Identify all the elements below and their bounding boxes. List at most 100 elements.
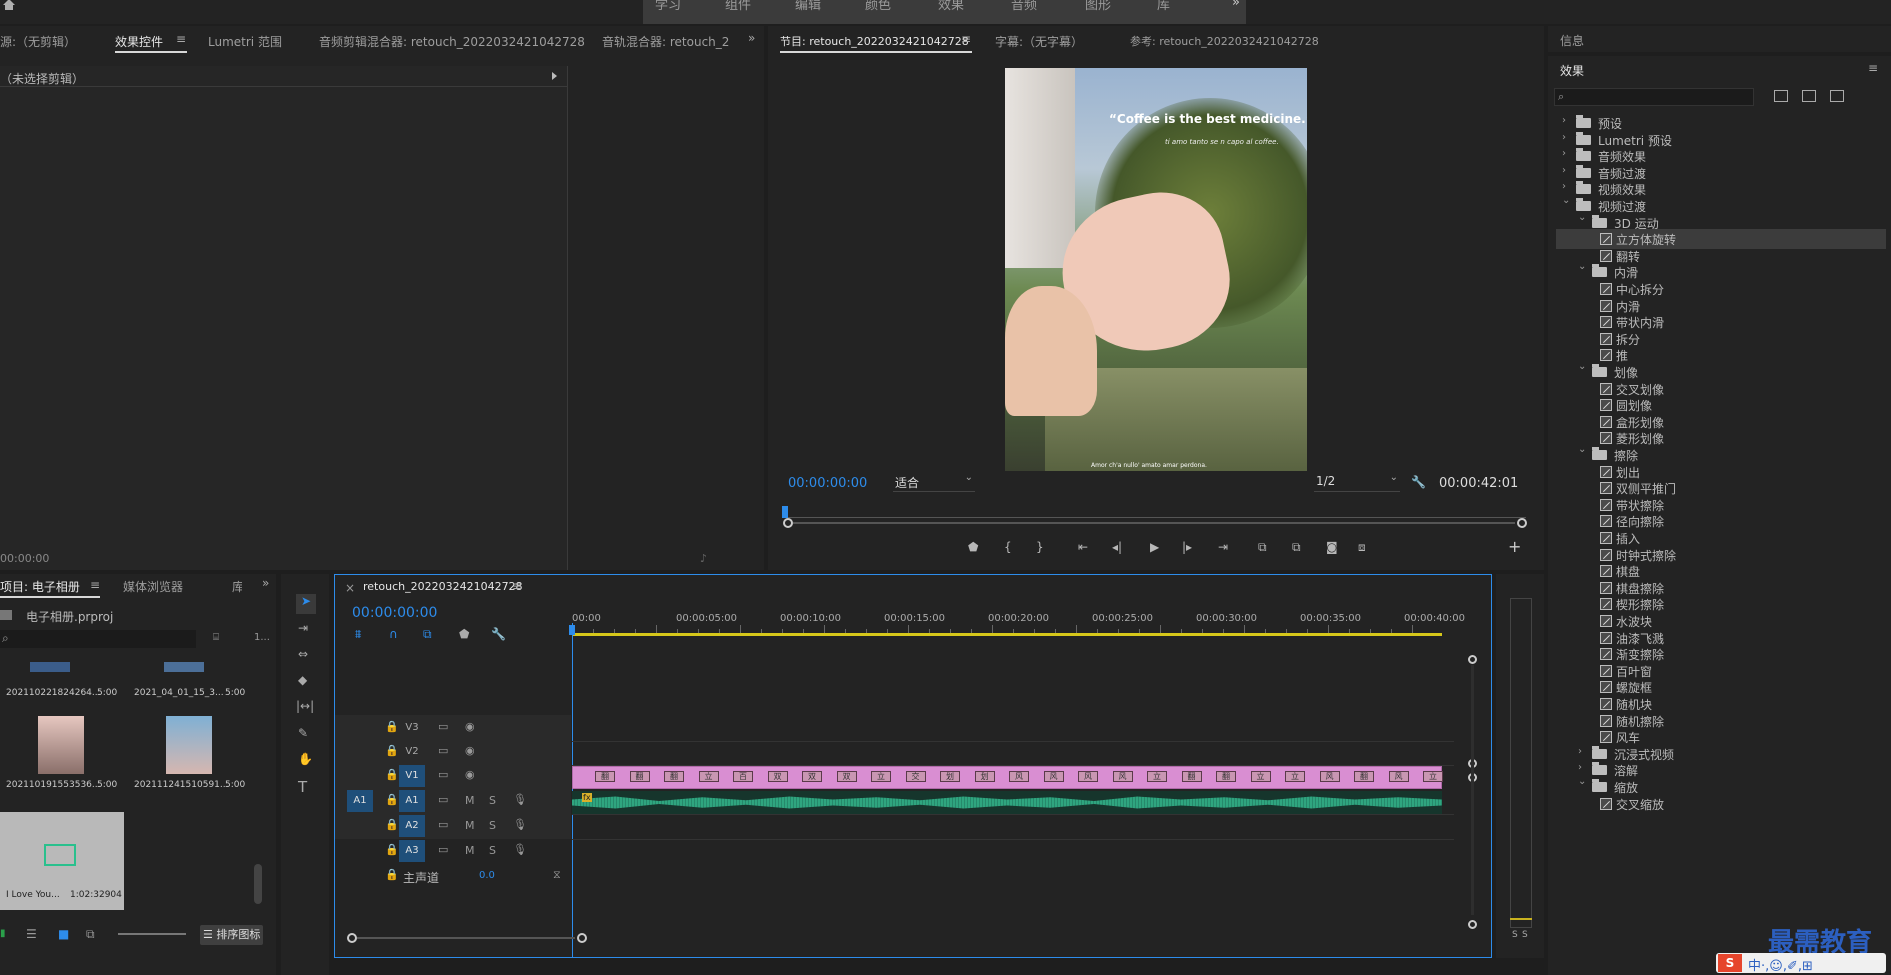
transition-marker[interactable]: 风 [1009,771,1029,782]
transition-marker[interactable]: 立 [1285,771,1305,782]
selection-tool-icon[interactable]: ➤ [296,594,316,614]
panel-overflow-button[interactable]: » [262,576,269,590]
mute-button[interactable]: M [465,794,475,807]
transition-marker[interactable]: 风 [1078,771,1098,782]
compare-view-icon[interactable]: ⧈ [1358,540,1366,555]
chevron-down-icon[interactable]: ⌄ [1578,444,1586,455]
toggle-sync-icon[interactable]: ▭ [438,744,448,757]
tab-project[interactable]: 项目: 电子相册 [0,578,80,595]
transition-marker[interactable]: 翻 [1354,771,1374,782]
transition-marker[interactable]: 立 [698,771,719,782]
transition-marker[interactable]: 风 [1319,771,1340,782]
vertical-scroll-handle[interactable] [1468,920,1477,929]
pen-tool-icon[interactable]: ✎ [298,726,308,740]
lock-icon[interactable]: 🔒 [385,720,399,733]
go-to-in-icon[interactable]: ⇤ [1078,540,1088,554]
track-v3-toggle[interactable]: V3 [399,717,425,739]
add-marker-icon[interactable]: ⬟ [459,627,469,641]
tab-captions[interactable]: 字幕:（无字幕） [995,33,1083,50]
source-patch-a1[interactable]: A1 [347,790,373,812]
workspace-tab[interactable]: 编辑 [795,0,821,13]
chevron-down-icon[interactable]: ⌄ [1562,195,1570,206]
audio-clip-a1[interactable]: fx [572,791,1442,814]
zoom-scrollbar[interactable] [783,518,1527,530]
mute-button[interactable]: M [465,844,475,857]
tab-program[interactable]: 节目: retouch_2022032421042728 [780,33,969,49]
extract-icon[interactable]: ⧉ [1292,540,1301,555]
transition-marker[interactable]: 划 [974,771,995,782]
tab-libraries[interactable]: 库 [232,578,242,595]
chevron-down-icon[interactable]: ⌄ [1578,361,1586,372]
accelerated-effects-icon[interactable] [1774,90,1788,102]
panel-menu-icon[interactable]: ≡ [176,32,186,46]
toggle-sync-icon[interactable]: ▭ [438,793,448,806]
nest-icon[interactable]: ⩩ [355,627,361,642]
time-ruler[interactable]: 00:00 00:00:05:00 00:00:10:00 00:00:15:00 00… [572,613,1465,647]
hand-tool-icon[interactable]: ✋ [298,752,313,766]
eye-icon[interactable]: ◉ [465,768,475,781]
lift-icon[interactable]: ⧉ [1258,540,1267,555]
chevron-right-icon[interactable]: › [1562,115,1566,126]
transition-marker[interactable]: 翻 [1181,771,1202,782]
track-a1-toggle[interactable]: A1 [399,790,425,812]
effects-title[interactable]: 效果 [1560,62,1584,79]
project-search-field[interactable]: ⌕ [0,630,196,648]
panel-menu-icon[interactable]: ≡ [961,32,971,46]
effects-item[interactable]: 交叉缩放 [1556,794,1886,814]
transition-marker[interactable]: 交 [905,771,926,782]
panel-overflow-button[interactable]: » [748,31,755,45]
transition-marker[interactable]: 双 [836,771,857,782]
transition-marker[interactable]: 百 [733,771,753,782]
tab-reference[interactable]: 参考: retouch_2022032421042728 [1130,33,1319,49]
chevron-down-icon[interactable]: ⌄ [1578,212,1586,223]
workspace-tab[interactable]: 组件 [725,0,751,13]
home-icon[interactable] [2,0,16,10]
sort-icons-button[interactable]: ☰ 排序图标 [200,925,264,945]
type-tool-icon[interactable]: T [298,778,307,796]
transition-marker[interactable]: 立 [1250,771,1271,782]
camera-icon[interactable]: ◙ [1326,540,1338,554]
clip-fx-badge[interactable]: fx [582,793,592,802]
transition-marker[interactable]: 风 [1112,771,1133,782]
mute-button[interactable]: M [465,819,475,832]
transition-marker[interactable]: 风 [1043,771,1064,782]
chevron-right-icon[interactable]: › [1562,181,1566,192]
close-tab-button[interactable]: × [345,581,355,595]
add-button[interactable]: + [1508,537,1521,556]
panel-menu-icon[interactable]: ≡ [512,579,522,593]
scroll-start-handle[interactable] [783,518,793,528]
transition-marker[interactable]: 翻 [1216,771,1236,782]
workspace-tab[interactable]: 图形 [1085,0,1111,13]
workspace-tab[interactable]: 学习 [655,0,681,13]
meter-solo-left[interactable]: S [1512,930,1518,940]
playhead-handle[interactable] [569,625,575,635]
bin-item[interactable]: 20211019155353​6... 5:00 [0,714,124,790]
eye-icon[interactable]: ◉ [465,744,475,757]
transition-marker[interactable]: 双 [767,771,788,782]
export-frame-icon[interactable]: ♪ [700,552,707,565]
track-v1-toggle[interactable]: V1 [399,765,425,787]
timeline-title[interactable]: retouch_2022032421042728 [363,580,523,593]
zoom-end-handle[interactable] [577,933,587,943]
transition-marker[interactable]: 双 [802,771,822,782]
tab-lumetri-scopes[interactable]: Lumetri 范围 [208,33,282,50]
zoom-slider[interactable] [118,933,186,935]
mark-in-icon[interactable]: { [1004,540,1012,554]
lock-icon[interactable]: 🔒 [385,793,399,806]
chevron-down-icon[interactable]: ⌄ [1578,776,1586,787]
transition-marker[interactable]: 立 [1147,771,1167,782]
workspace-tab[interactable]: 库 [1157,0,1170,13]
toggle-sync-icon[interactable]: ▭ [438,720,448,733]
eye-icon[interactable]: ◉ [465,720,475,733]
info-title[interactable]: 信息 [1560,32,1584,49]
settings-wrench-icon[interactable]: 🔧 [491,627,506,641]
go-to-out-icon[interactable]: ⇥ [1218,540,1228,554]
workspace-overflow-button[interactable]: » [1232,0,1240,10]
tab-audio-track-mixer[interactable]: 音轨混合器: retouch_2 [602,33,729,50]
wrench-icon[interactable]: 🔧 [1411,475,1426,489]
timeline-timecode[interactable]: 00:00:00:00 [352,605,437,621]
step-back-icon[interactable]: ◂| [1112,540,1122,554]
snap-icon[interactable]: ∩ [389,627,398,641]
ime-status[interactable]: 中·,☺,✐,⊞ [1748,955,1813,974]
transition-marker[interactable]: 划 [940,771,960,782]
